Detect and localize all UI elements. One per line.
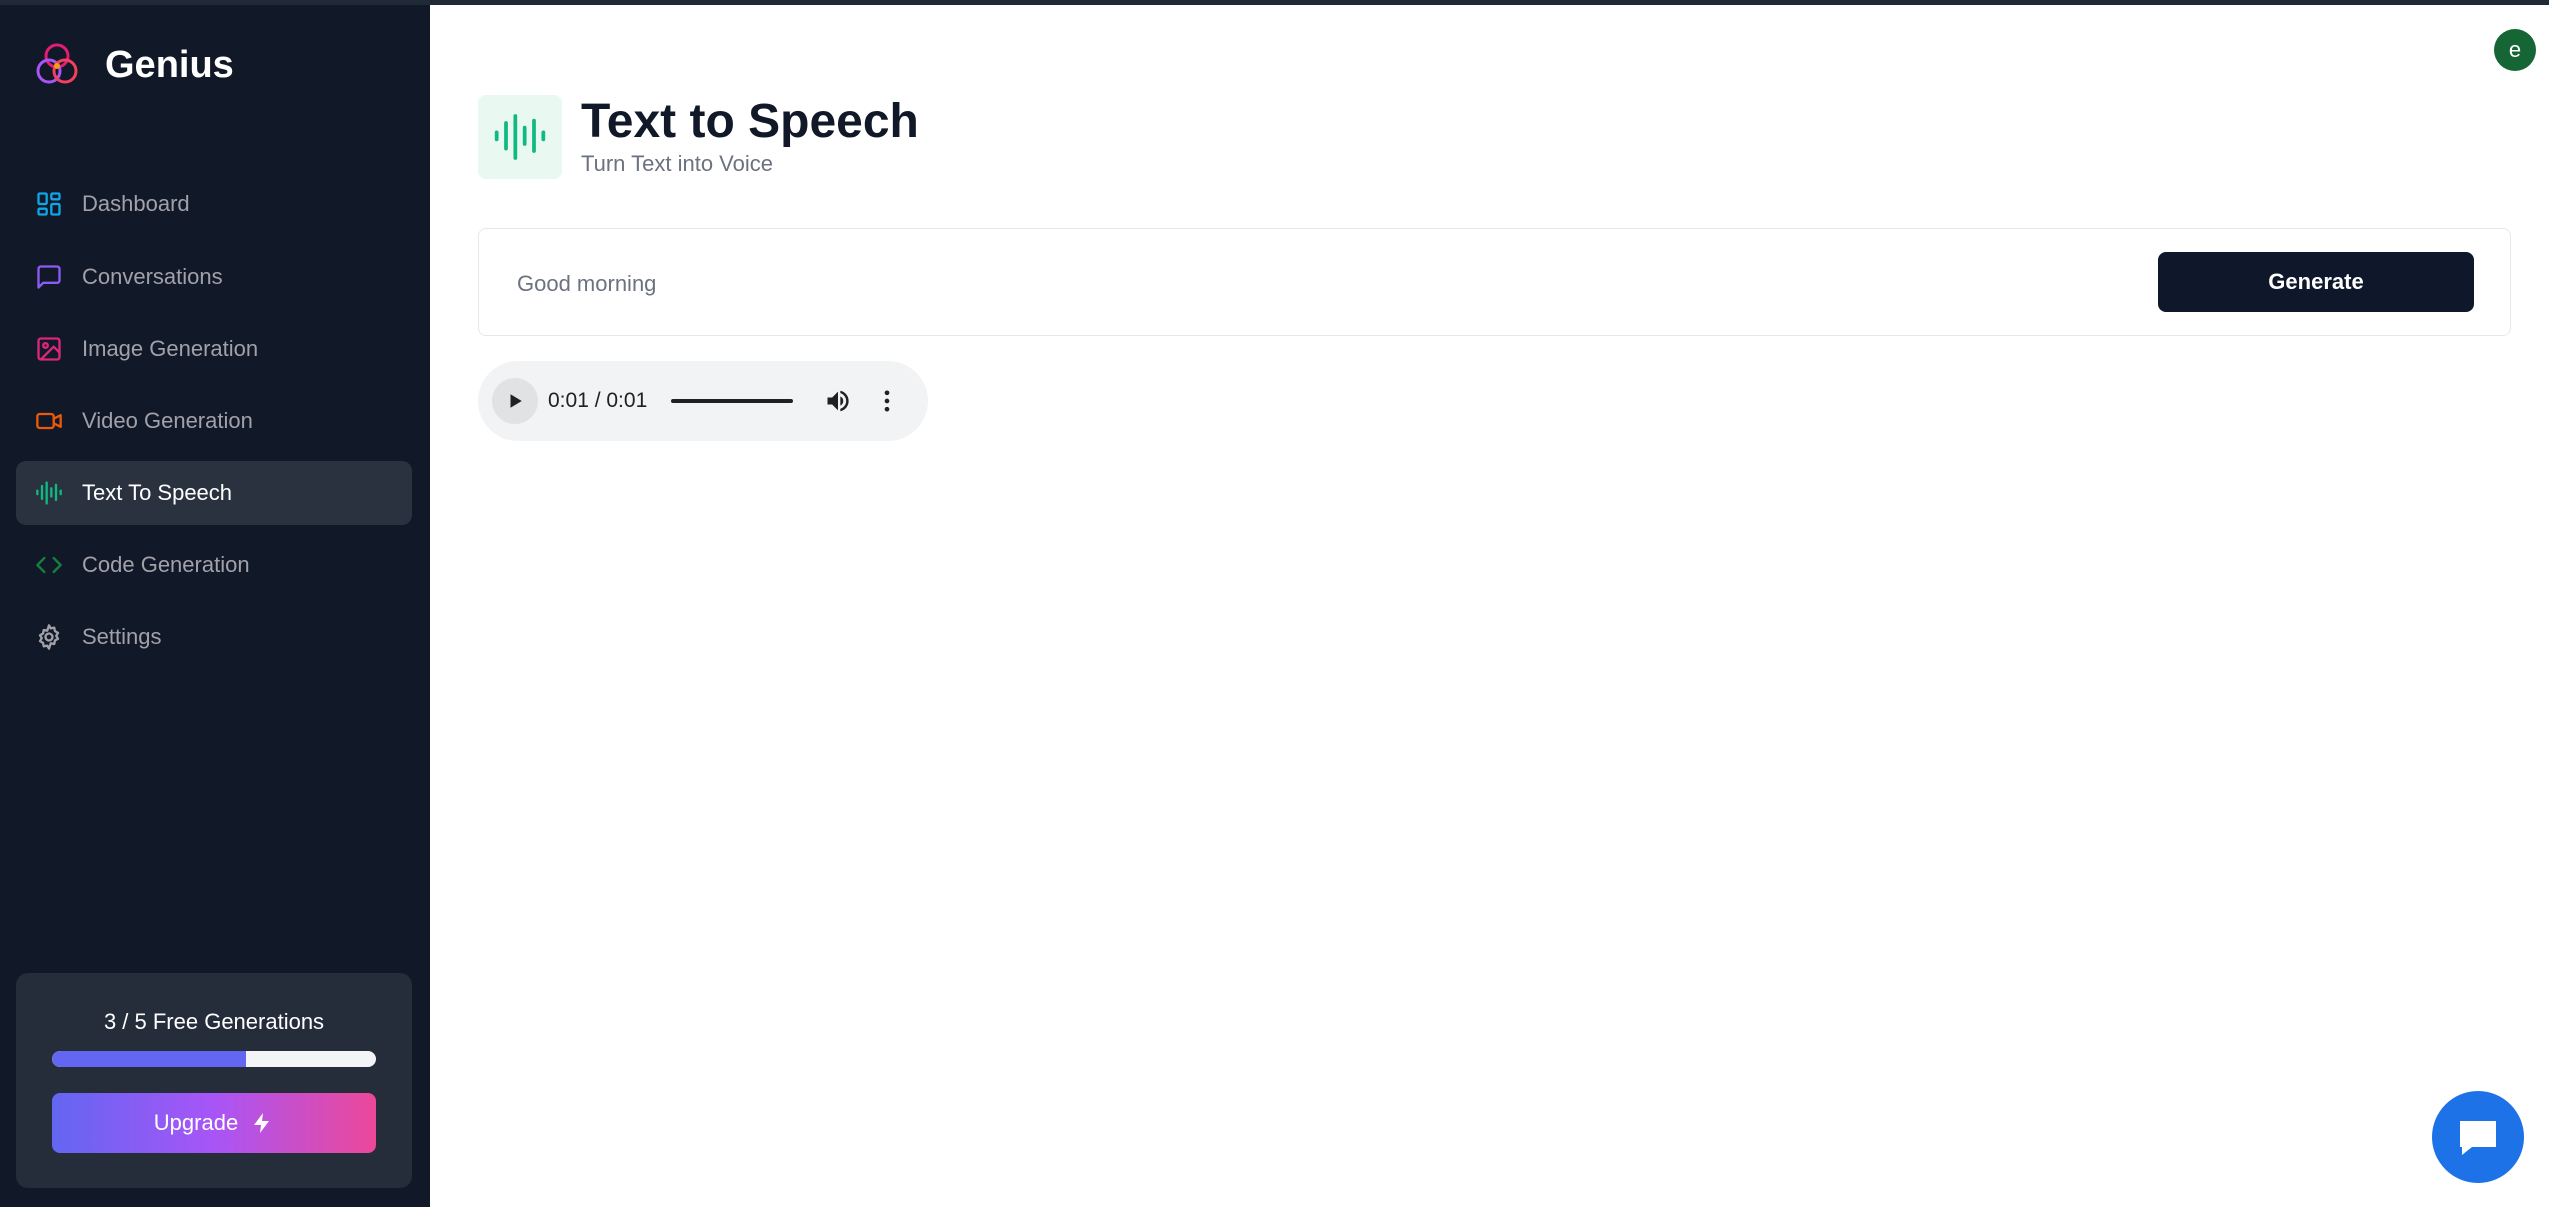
audio-player: 0:01 / 0:01 [478,361,928,441]
chat-icon [2460,1121,2496,1155]
sidebar-item-label: Code Generation [82,552,250,577]
upgrade-label: Upgrade [153,1110,239,1135]
sidebar-item-text-to-speech[interactable]: Text To Speech [16,461,412,525]
prompt-form: Generate [478,228,2511,336]
audio-seek-bar[interactable] [671,399,793,403]
gear-icon [34,622,64,652]
brand-name: Genius [105,43,234,86]
page-title: Text to Speech [581,95,919,148]
free-generations-card: 3 / 5 Free Generations Upgrade [16,973,412,1188]
code-icon [34,550,64,580]
brand[interactable]: Genius [32,40,234,90]
sidebar-item-label: Video Generation [82,408,253,433]
prompt-input[interactable] [515,259,1619,309]
upgrade-button[interactable]: Upgrade [52,1093,376,1153]
page-header-icon [478,95,562,179]
generate-button[interactable]: Generate [2158,252,2474,312]
dashboard-icon [34,189,64,219]
sidebar-item-image-generation[interactable]: Image Generation [16,317,412,381]
sidebar-item-label: Settings [82,624,162,649]
message-square-icon [34,262,64,292]
free-generations-progress [52,1051,376,1067]
play-button[interactable] [492,378,538,424]
sidebar-item-video-generation[interactable]: Video Generation [16,389,412,453]
sidebar: Genius Dashboard Conversations Image Gen… [0,0,430,1207]
user-avatar[interactable]: e [2494,29,2536,71]
audio-wave-icon [34,478,64,508]
audio-time: 0:01 / 0:01 [548,389,648,412]
volume-icon[interactable] [824,387,852,415]
sidebar-item-label: Conversations [82,264,223,289]
progress-fill [52,1051,247,1067]
image-icon [34,334,64,364]
sidebar-item-dashboard[interactable]: Dashboard [16,172,412,236]
page-subtitle: Turn Text into Voice [581,151,773,176]
sidebar-item-code-generation[interactable]: Code Generation [16,533,412,597]
free-generations-label: 3 / 5 Free Generations [103,1009,325,1034]
support-chat-button[interactable] [2432,1091,2524,1183]
more-options-icon[interactable] [873,387,901,415]
sidebar-item-settings[interactable]: Settings [16,605,412,669]
sidebar-item-label: Dashboard [82,191,190,216]
zap-icon [254,1113,270,1133]
genius-logo-icon [36,43,78,84]
audio-wave-icon [494,114,546,160]
video-icon [34,406,64,436]
sidebar-item-label: Text To Speech [82,480,233,505]
window-top-border [0,0,2549,5]
play-icon [510,394,522,408]
sidebar-item-label: Image Generation [82,336,259,361]
sidebar-item-conversations[interactable]: Conversations [16,245,412,309]
